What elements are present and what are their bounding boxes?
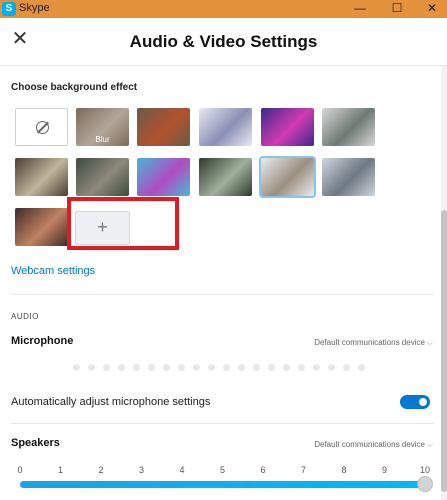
speaker-volume-slider-track[interactable] — [20, 481, 425, 488]
mic-level-dot — [103, 364, 110, 371]
bg-tile-colorful-shapes[interactable] — [137, 158, 190, 196]
volume-tick-label: 3 — [138, 465, 144, 475]
mic-level-dot — [268, 364, 275, 371]
bg-tile-open-office[interactable] — [322, 158, 375, 196]
mic-level-dot — [133, 364, 140, 371]
mic-level-dot — [298, 364, 305, 371]
mic-level-dot — [343, 364, 350, 371]
volume-tick-label: 0 — [17, 465, 23, 475]
section-divider — [11, 294, 434, 295]
maximize-button[interactable]: ☐ — [382, 0, 412, 18]
bg-tile-green-lounge[interactable] — [199, 158, 252, 196]
volume-tick-label: 2 — [98, 465, 104, 475]
bg-tile-sunset-street[interactable] — [15, 208, 68, 246]
speakers-device-dropdown[interactable]: Default communications device ⌵ — [314, 440, 433, 450]
scrollbar-thumb[interactable] — [441, 210, 447, 492]
microphone-level-meter — [73, 364, 373, 372]
mic-level-dot — [163, 364, 170, 371]
audio-section-label: AUDIO — [11, 312, 39, 321]
mic-level-dot — [73, 364, 80, 371]
no-effect-icon — [36, 121, 49, 134]
bg-tile-blur[interactable]: Blur — [76, 108, 129, 146]
volume-tick-label: 10 — [419, 465, 430, 475]
bg-tile-lounge-green[interactable] — [76, 158, 129, 196]
chevron-down-icon: ⌵ — [426, 338, 433, 347]
chevron-down-icon: ⌵ — [426, 440, 433, 449]
mic-level-dot — [88, 364, 95, 371]
auto-adjust-mic-label: Automatically adjust microphone settings — [11, 396, 211, 408]
webcam-settings-link[interactable]: Webcam settings — [11, 265, 95, 277]
mic-level-dot — [193, 364, 200, 371]
auto-adjust-mic-toggle[interactable] — [400, 395, 430, 409]
blur-label: Blur — [95, 135, 110, 144]
mic-level-dot — [253, 364, 260, 371]
volume-tick-label: 7 — [300, 465, 306, 475]
bg-tile-white-office[interactable] — [322, 108, 375, 146]
mic-level-dot — [178, 364, 185, 371]
microphone-device-dropdown[interactable]: Default communications device ⌵ — [314, 338, 433, 348]
volume-tick-label: 4 — [179, 465, 185, 475]
volume-tick-label: 5 — [219, 465, 225, 475]
bg-tile-snowy-room[interactable] — [199, 108, 252, 146]
toggle-knob — [419, 398, 427, 406]
speakers-label: Speakers — [11, 437, 60, 449]
mic-level-dot — [208, 364, 215, 371]
mic-level-dot — [238, 364, 245, 371]
window-title: Skype — [19, 2, 50, 14]
mic-level-dot — [313, 364, 320, 371]
volume-tick-labels: 0 1 2 3 4 5 6 7 8 9 10 — [0, 465, 447, 477]
background-effect-label: Choose background effect — [11, 82, 138, 93]
mic-level-dot — [118, 364, 125, 371]
highlight-annotation-box — [67, 197, 179, 250]
speaker-volume-slider-thumb[interactable] — [417, 476, 433, 492]
skype-icon: S — [2, 2, 16, 16]
microphone-label: Microphone — [11, 335, 74, 347]
bg-tile-none[interactable] — [15, 108, 68, 146]
microphone-device-value: Default communications device — [314, 338, 425, 347]
bg-tile-office-room[interactable] — [137, 108, 190, 146]
mic-level-dot — [328, 364, 335, 371]
mic-level-dot — [283, 364, 290, 371]
volume-tick-label: 8 — [341, 465, 347, 475]
mic-level-dot — [223, 364, 230, 371]
page-title: Audio & Video Settings — [129, 32, 318, 51]
bg-tile-cafe-tables[interactable] — [15, 158, 68, 196]
volume-tick-label: 6 — [260, 465, 266, 475]
window-titlebar: S Skype — ☐ ✕ — [0, 0, 447, 18]
volume-tick-label: 1 — [57, 465, 63, 475]
window-close-button[interactable]: ✕ — [417, 0, 447, 18]
mic-level-dot — [148, 364, 155, 371]
section-divider — [11, 423, 434, 424]
settings-header: ✕ Audio & Video Settings — [0, 18, 447, 66]
bg-tile-neon-hall[interactable] — [261, 108, 314, 146]
volume-tick-label: 9 — [381, 465, 387, 475]
bg-tile-bright-room[interactable] — [259, 156, 316, 198]
mic-level-dot — [358, 364, 365, 371]
minimize-button[interactable]: — — [345, 0, 375, 18]
speakers-device-value: Default communications device — [314, 440, 425, 449]
